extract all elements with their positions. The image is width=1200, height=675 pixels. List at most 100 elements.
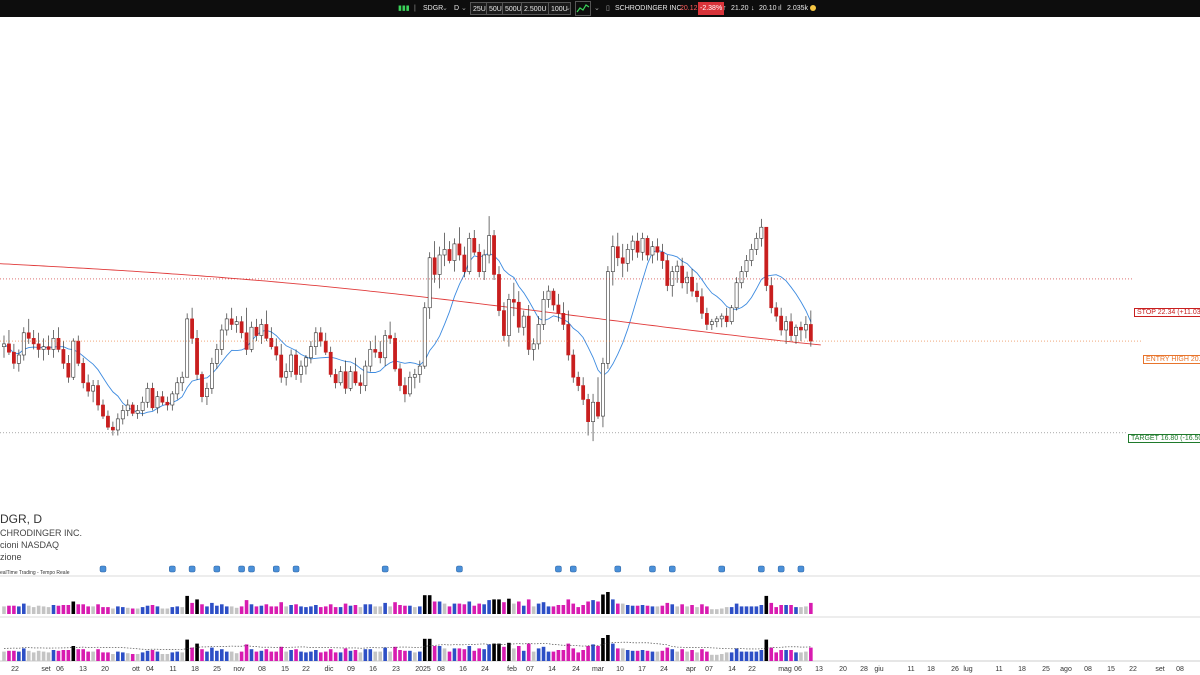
mini-chart-icon[interactable] [575, 1, 591, 16]
candle-up [625, 249, 630, 264]
candle [120, 405, 125, 425]
symbol-label[interactable]: SDGR [423, 2, 443, 15]
candle-down [160, 396, 165, 403]
volume-bar [363, 604, 368, 614]
candle-up [709, 321, 714, 325]
volume-bar [705, 606, 709, 614]
x-tick-label: 06 [794, 666, 802, 673]
x-tick-label: 25 [1042, 666, 1050, 673]
candle [398, 363, 402, 392]
chevron-down-icon[interactable]: ⌄ [442, 2, 448, 15]
volume-bar [234, 653, 239, 661]
volume-bar [239, 651, 244, 661]
low-price: 20.10 [759, 5, 777, 12]
volume-bar [135, 608, 140, 614]
volume-bar [328, 649, 333, 661]
bars-icon[interactable]: ▮▮▮ [398, 2, 410, 15]
volume-bar [398, 650, 402, 661]
volume-bar [284, 606, 288, 614]
candle-down [680, 265, 685, 284]
volume-bar [81, 604, 85, 614]
volume-bar [739, 651, 744, 661]
candle-down [333, 374, 338, 384]
volume-bar [754, 651, 759, 661]
volume-bar [774, 652, 778, 661]
volume-bar [41, 606, 46, 614]
size-button-2500u[interactable]: 2.500U [521, 2, 550, 15]
volume-bar [175, 651, 180, 661]
chevron-down-icon[interactable]: ⌄ [594, 2, 600, 15]
volume-bar [422, 595, 427, 614]
candle [709, 318, 714, 330]
volume-bar [215, 650, 219, 661]
x-axis: 22 set 06 13 20 ott 04 11 18 25 nov 08 15 22 dic 09 16 23… [11, 666, 1184, 673]
candle [719, 313, 724, 328]
candle-down [556, 304, 561, 314]
candle [328, 346, 333, 378]
candle [482, 249, 487, 280]
candle-up [759, 226, 764, 239]
volume-bar [517, 646, 521, 661]
candle [333, 368, 338, 389]
volume-bar [26, 650, 31, 661]
volume-bar [724, 652, 729, 661]
candle-up [630, 240, 635, 250]
volume-bar [541, 646, 546, 661]
volume-bar [220, 649, 224, 661]
volume-bar [393, 602, 397, 614]
volume-bar [244, 600, 249, 614]
info-icon[interactable]: ▯ [606, 2, 610, 15]
change-badge: -2.38% [698, 2, 725, 15]
volume-bar [596, 646, 600, 661]
candle-down [279, 354, 284, 378]
candle [224, 313, 229, 336]
volume-bar [106, 607, 110, 614]
candle [551, 288, 556, 311]
candle-up [219, 329, 224, 350]
volume-bar [254, 606, 259, 614]
candle-down [724, 315, 729, 322]
chart-area[interactable]: 22 set 06 13 20 ott 04 11 18 25 nov 08 15 22 dic 09 16 23… [0, 17, 1200, 675]
volume-bar [190, 647, 194, 661]
candle [234, 316, 239, 333]
candle-up [41, 346, 46, 350]
candle-up [794, 326, 798, 336]
candle [506, 293, 511, 347]
candle [101, 399, 105, 419]
candle-down [26, 332, 31, 339]
candle-down [497, 274, 501, 311]
timeframe-label[interactable]: D [454, 2, 459, 15]
volume-bar [358, 652, 363, 661]
chevron-down-icon[interactable]: ⌄ [461, 2, 467, 15]
volume-bar [754, 606, 759, 614]
volume-bar [764, 595, 769, 614]
candle [774, 302, 779, 322]
x-tick-label: giu [874, 666, 883, 673]
volume-bar [521, 650, 526, 661]
candle-down [378, 351, 383, 359]
candle [635, 232, 640, 258]
volume-bar [17, 651, 21, 661]
volume-bar [249, 649, 254, 661]
candle [363, 360, 368, 392]
x-tick-label: lug [963, 666, 972, 673]
volume-bar [140, 607, 145, 614]
volume-bar [724, 607, 729, 614]
x-tick-label: 15 [281, 666, 289, 673]
volume-bar [12, 650, 16, 661]
candle-up [51, 338, 56, 350]
candle [526, 305, 531, 355]
volume-bar [502, 646, 506, 661]
volume-bar [482, 604, 486, 614]
candle [388, 321, 393, 344]
chevron-down-icon[interactable]: ⌄ [565, 2, 571, 15]
volume-bar [630, 650, 635, 661]
volume-bar [675, 651, 679, 661]
volume-bar [210, 647, 214, 661]
volume-bar [403, 605, 407, 614]
event-marker-icon [669, 565, 676, 573]
volume-bar [660, 650, 665, 661]
candle [56, 327, 61, 353]
volume-bar [794, 652, 798, 661]
candle [304, 355, 308, 375]
